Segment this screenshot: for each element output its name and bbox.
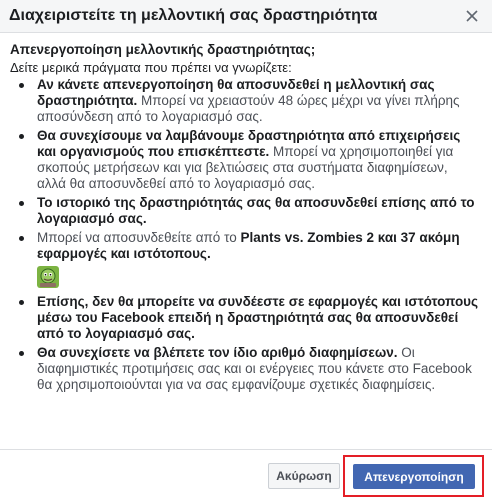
intro-subtitle: Δείτε μερικά πράγματα που πρέπει να γνωρ…: [10, 60, 292, 75]
turn-off-button[interactable]: Απενεργοποίηση: [353, 464, 475, 489]
list-item: Το ιστορικό της δραστηριότητάς σας θα απ…: [10, 195, 480, 227]
point-bold-text: Το ιστορικό της δραστηριότητάς σας θα απ…: [37, 195, 475, 226]
point-bold-text: Θα συνεχίσετε να βλέπετε τον ίδιο αριθμό…: [37, 345, 398, 360]
dialog-footer: Ακύρωση Απενεργοποίηση: [0, 449, 492, 500]
close-button[interactable]: [461, 5, 483, 27]
dialog-body: Απενεργοποίηση μελλοντικής δραστηριότητα…: [0, 33, 492, 445]
info-list: Αν κάνετε απενεργοποίηση θα αποσυνδεθεί …: [10, 77, 480, 396]
list-item: Επίσης, δεν θα μπορείτε να συνδέεστε σε …: [10, 294, 480, 342]
list-item: Αν κάνετε απενεργοποίηση θα αποσυνδεθεί …: [10, 77, 480, 125]
turn-off-question: Απενεργοποίηση μελλοντικής δραστηριότητα…: [10, 42, 316, 57]
plants-vs-zombies-app-icon: [37, 266, 59, 288]
cancel-button[interactable]: Ακύρωση: [268, 463, 340, 489]
point-text: Μπορεί να αποσυνδεθείτε από το: [37, 230, 241, 245]
dialog-header: Διαχειριστείτε τη μελλοντική σας δραστηρ…: [0, 0, 492, 33]
dialog-title: Διαχειριστείτε τη μελλοντική σας δραστηρ…: [9, 7, 378, 24]
list-item: Θα συνεχίσουμε να λαμβάνουμε δραστηριότη…: [10, 128, 480, 192]
list-item: Μπορεί να αποσυνδεθείτε από το Plants vs…: [10, 230, 480, 288]
list-item: Θα συνεχίσετε να βλέπετε τον ίδιο αριθμό…: [10, 345, 480, 393]
point-bold-text: Επίσης, δεν θα μπορείτε να συνδέεστε σε …: [37, 294, 479, 341]
close-icon: [466, 10, 478, 22]
manage-future-activity-dialog: Διαχειριστείτε τη μελλοντική σας δραστηρ…: [0, 0, 492, 500]
